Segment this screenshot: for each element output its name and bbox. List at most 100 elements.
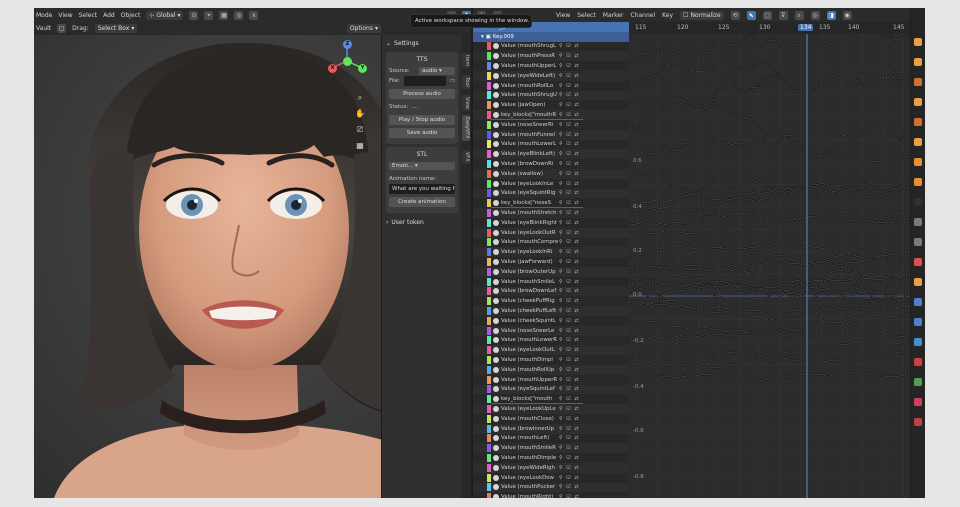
menu-marker[interactable]: Marker [603, 12, 624, 19]
property-tab[interactable] [911, 278, 925, 287]
menu-object[interactable]: Object [121, 12, 141, 19]
channel-color-swatch[interactable] [487, 267, 491, 276]
channel-color-swatch[interactable] [487, 385, 491, 394]
property-tab[interactable] [911, 258, 925, 267]
navigation-gizmo[interactable]: Z X Y [324, 38, 370, 84]
property-tab-icon[interactable] [914, 358, 922, 366]
eye-icon[interactable] [493, 474, 499, 481]
channel-color-swatch[interactable] [487, 395, 491, 404]
eye-icon[interactable] [493, 288, 499, 295]
channel-toggle-icons[interactable]: ⚲ ☑ ⇄ [559, 279, 580, 285]
channel-color-swatch[interactable] [487, 473, 491, 482]
property-tab[interactable] [911, 98, 925, 107]
eye-icon[interactable] [493, 494, 499, 498]
channel-row[interactable]: Value (eyeLookOutL ⚲ ☑ ⇄ [473, 345, 629, 356]
channel-row[interactable]: Value (mouthCompre ⚲ ☑ ⇄ [473, 238, 629, 248]
property-tab-icon[interactable] [914, 198, 922, 206]
menu-select[interactable]: Select [577, 12, 596, 19]
eye-icon[interactable] [493, 141, 499, 148]
channel-color-swatch[interactable] [487, 375, 491, 384]
eye-icon[interactable] [493, 82, 499, 89]
channel-color-swatch[interactable] [487, 483, 491, 492]
channel-color-swatch[interactable] [487, 91, 491, 100]
channel-row[interactable]: Value (eyeLookOutR ⚲ ☑ ⇄ [473, 227, 629, 238]
eye-icon[interactable] [493, 43, 499, 50]
tab-vfx[interactable]: VFX [462, 150, 470, 164]
channel-toggle-icons[interactable]: ⚲ ☑ ⇄ [559, 132, 580, 138]
channel-toggle-icons[interactable]: ⚲ ☑ ⇄ [559, 190, 580, 196]
eye-icon[interactable] [493, 406, 499, 413]
only-selected-icon[interactable]: ▢ [762, 10, 772, 20]
channel-row[interactable]: Value (mouthStretch ⚲ ☑ ⇄ [473, 208, 629, 218]
eye-icon[interactable] [493, 464, 499, 471]
channel-color-swatch[interactable] [487, 434, 491, 443]
channel-row[interactable]: Value (mouthSmileL ⚲ ☑ ⇄ [473, 277, 629, 287]
property-tab-icon[interactable] [914, 98, 922, 106]
current-frame-indicator[interactable]: 134 [798, 24, 814, 31]
overlay-icon[interactable]: ◉ [842, 10, 852, 20]
property-tab-icon[interactable] [914, 318, 922, 326]
channel-color-swatch[interactable] [487, 150, 491, 159]
channel-row[interactable]: Value (jawForward) ⚲ ☑ ⇄ [473, 257, 629, 267]
channel-color-swatch[interactable] [487, 424, 491, 433]
channel-row[interactable]: Value (browDownRi ⚲ ☑ ⇄ [473, 159, 629, 169]
channel-row[interactable]: Value (mouthSmileR ⚲ ☑ ⇄ [473, 443, 629, 454]
eye-icon[interactable] [493, 386, 499, 393]
channel-row[interactable]: Value (mouthDimpl ⚲ ☑ ⇄ [473, 355, 629, 365]
channel-color-swatch[interactable] [487, 52, 491, 61]
eye-icon[interactable] [493, 308, 499, 315]
normalize-toggle[interactable]: ☐ Normalize [680, 10, 724, 20]
cursor-icon[interactable]: ⬉ [746, 10, 756, 20]
channel-color-swatch[interactable] [487, 101, 491, 110]
user-token-header[interactable]: › User token [386, 217, 458, 228]
channel-toggle-icons[interactable]: ⚲ ☑ ⇄ [559, 151, 580, 157]
channel-color-swatch[interactable] [487, 179, 491, 188]
channel-color-swatch[interactable] [487, 199, 491, 208]
channel-color-swatch[interactable] [487, 493, 491, 498]
eye-icon[interactable] [493, 53, 499, 60]
drag-select-dropdown[interactable]: Select Box ▾ [94, 24, 138, 33]
channel-toggle-icons[interactable]: ⚲ ☑ ⇄ [559, 347, 580, 353]
channel-toggle-icons[interactable]: ⚲ ☑ ⇄ [559, 288, 580, 294]
eye-icon[interactable] [493, 210, 499, 217]
eye-icon[interactable] [493, 347, 499, 354]
sync-icon[interactable]: ⟲ [730, 10, 740, 20]
channel-color-swatch[interactable] [487, 130, 491, 139]
source-dropdown[interactable]: audio ▾ [419, 67, 455, 75]
channel-toggle-icons[interactable]: ⚲ ☑ ⇄ [559, 475, 580, 481]
tab-item[interactable]: Item [462, 53, 470, 69]
channel-toggle-icons[interactable]: ⚲ ☑ ⇄ [559, 465, 580, 471]
snapping-icon[interactable]: ◨ [826, 10, 836, 20]
channel-toggle-icons[interactable]: ⚲ ☑ ⇄ [559, 53, 580, 59]
channel-row[interactable]: Value (mouthUpperR ⚲ ☑ ⇄ [473, 375, 629, 385]
property-tab[interactable] [911, 118, 925, 127]
channel-row[interactable]: Value (mouthRight) ⚲ ☑ ⇄ [473, 492, 629, 498]
channel-toggle-icons[interactable]: ⚲ ☑ ⇄ [559, 122, 580, 128]
eye-icon[interactable] [493, 278, 499, 285]
channel-row[interactable]: Value (mouthShrugU ⚲ ☑ ⇄ [473, 90, 629, 101]
channel-toggle-icons[interactable]: ⚲ ☑ ⇄ [559, 318, 580, 324]
play-stop-audio-button[interactable]: Play / Stop audio [389, 115, 455, 125]
3d-viewport[interactable]: Mode View Select Add Object ⊹ Global ▾ ⊙… [34, 8, 471, 498]
proportional-icon[interactable]: ◎ [810, 10, 820, 20]
channel-toggle-icons[interactable]: ⚲ ☑ ⇄ [559, 298, 580, 304]
eye-icon[interactable] [493, 190, 499, 197]
channel-color-swatch[interactable] [487, 463, 491, 472]
eye-icon[interactable] [493, 180, 499, 187]
channel-color-swatch[interactable] [487, 209, 491, 218]
channel-color-swatch[interactable] [487, 62, 491, 71]
channel-color-swatch[interactable] [487, 326, 491, 335]
gizmo-center-icon[interactable] [343, 57, 352, 66]
channel-toggle-icons[interactable]: ⚲ ☑ ⇄ [559, 249, 580, 255]
channel-toggle-icons[interactable]: ⚲ ☑ ⇄ [559, 357, 580, 363]
channel-toggle-icons[interactable]: ⚲ ☑ ⇄ [559, 239, 580, 245]
animation-name-field[interactable]: What are you waiting for [389, 184, 455, 194]
property-tab[interactable] [911, 378, 925, 387]
eye-icon[interactable] [493, 455, 499, 462]
property-tab[interactable] [911, 198, 925, 207]
eye-icon[interactable] [493, 337, 499, 344]
eye-icon[interactable] [493, 259, 499, 266]
property-tab[interactable] [911, 418, 925, 427]
channel-row[interactable]: Value (mouthClose) ⚲ ☑ ⇄ [473, 414, 629, 424]
property-tab-icon[interactable] [914, 298, 922, 306]
